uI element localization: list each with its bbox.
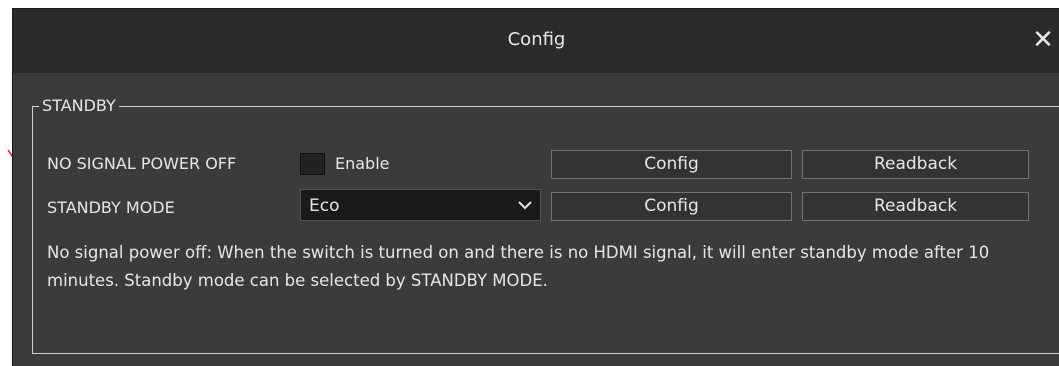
standby-mode-readback-button[interactable]: Readback — [802, 192, 1029, 221]
no-signal-config-button[interactable]: Config — [551, 150, 792, 179]
standby-group-title: STANDBY — [39, 96, 119, 115]
title-bar: Config ✕ — [13, 9, 1059, 73]
enable-checkbox-label[interactable]: Enable — [335, 154, 390, 173]
standby-mode-select[interactable]: Eco — [300, 189, 541, 221]
standby-mode-selected-value: Eco — [309, 196, 340, 216]
no-signal-readback-button[interactable]: Readback — [802, 150, 1029, 179]
dialog-content: STANDBY NO SIGNAL POWER OFF Enable Confi… — [13, 73, 1059, 366]
no-signal-power-off-label: NO SIGNAL POWER OFF — [47, 154, 237, 173]
config-dialog: Config ✕ STANDBY NO SIGNAL POWER OFF Ena… — [12, 8, 1059, 366]
standby-groupbox — [32, 106, 1059, 354]
chevron-down-icon — [518, 201, 532, 210]
close-icon[interactable]: ✕ — [1028, 23, 1058, 57]
standby-mode-label: STANDBY MODE — [47, 198, 175, 217]
standby-mode-config-button[interactable]: Config — [551, 192, 792, 221]
dialog-title: Config — [507, 29, 566, 50]
standby-description: No signal power off: When the switch is … — [47, 243, 990, 290]
enable-checkbox[interactable] — [300, 153, 325, 175]
